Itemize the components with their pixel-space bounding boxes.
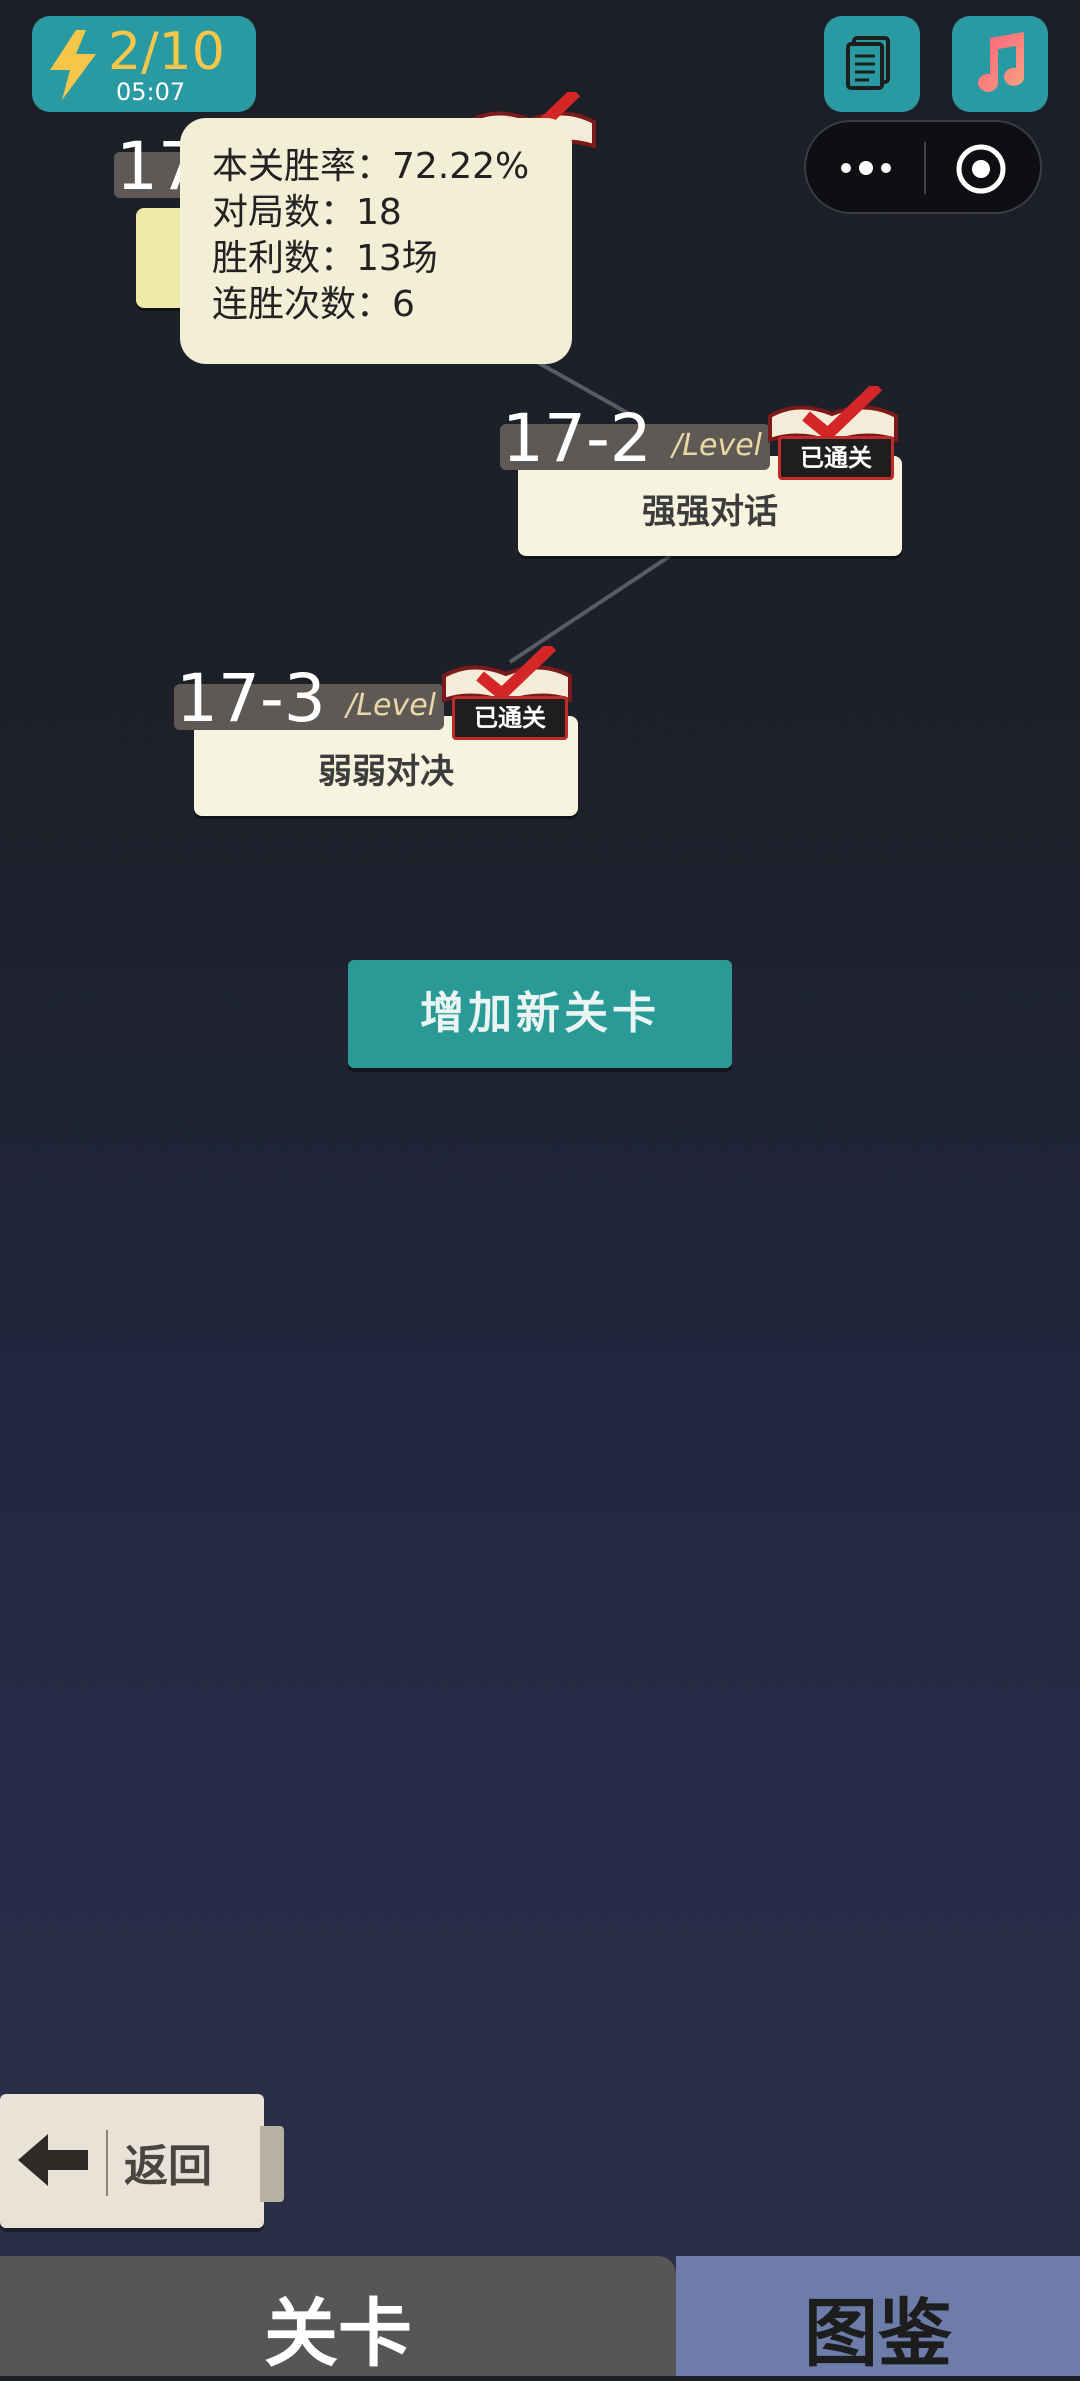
cleared-badge: 已通关 [432,641,582,746]
miniprogram-capsule [804,120,1042,214]
level-name: 强强对话 [642,492,778,532]
document-button[interactable] [824,16,920,112]
add-level-button[interactable]: 增加新关卡 [348,960,732,1068]
back-button[interactable]: 返回 [0,2094,284,2228]
cleared-label: 已通关 [778,436,894,480]
level-tag: 17-2 /Level [500,400,770,477]
music-note-icon [978,32,1025,92]
level-number: 17-2 [502,400,652,477]
stats-tooltip: 本关胜率：72.22% 对局数：18 胜利数：13场 连胜次数：6 [180,118,572,364]
energy-counter[interactable]: 2/10 05:07 [32,16,256,112]
close-miniprogram-icon[interactable] [954,142,1008,196]
win-rate: 本关胜率：72.22% [212,146,530,187]
level-tag: 17-3 /Level [174,660,444,737]
tab-levels[interactable]: 关卡 [0,2256,676,2377]
cleared-label: 已通关 [452,696,568,740]
energy-count: 2/10 [108,22,225,82]
energy-timer: 05:07 [116,78,186,106]
arrow-left-icon [18,2134,88,2186]
level-number: 17-3 [176,660,326,737]
win-streak: 连胜次数：6 [212,284,415,325]
document-icon [846,36,890,90]
level-suffix: /Level [346,688,436,723]
win-count: 胜利数：13场 [212,238,438,279]
tab-levels-label: 关卡 [264,2291,412,2377]
more-icon[interactable] [836,152,896,184]
match-count: 对局数：18 [212,192,402,233]
lightning-icon [50,30,96,100]
tab-gallery-label: 图鉴 [804,2291,952,2377]
cleared-badge: 已通关 [758,381,908,486]
back-label: 返回 [124,2141,212,2192]
back-button-tab [260,2126,284,2202]
music-button[interactable] [952,16,1048,112]
tab-gallery[interactable]: 图鉴 [676,2256,1080,2377]
level-suffix: /Level [672,428,762,463]
level-name: 弱弱对决 [318,752,454,792]
